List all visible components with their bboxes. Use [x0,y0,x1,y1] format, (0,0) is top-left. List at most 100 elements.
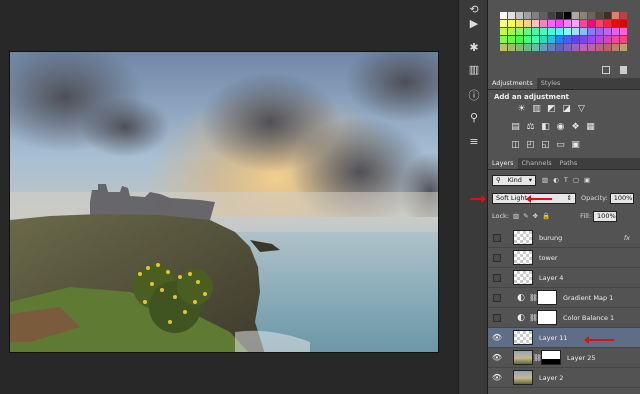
layer-row[interactable]: ◐ ⛓ Color Balance 1 [488,308,640,328]
layer-thumbnail[interactable] [513,250,533,265]
swatch-cell[interactable] [524,12,531,19]
swatch-cell[interactable] [516,36,523,43]
layer-name[interactable]: Layer 25 [567,354,640,362]
delete-swatch-icon[interactable] [620,66,627,74]
layer-row[interactable]: Layer 4 [488,268,640,288]
swatch-cell[interactable] [516,12,523,19]
new-swatch-icon[interactable] [602,66,610,74]
gradient-adjust-icon[interactable]: ▽ [576,104,587,115]
tab-layers[interactable]: Layers [488,158,518,169]
swatch-cell[interactable] [588,28,595,35]
swatch-cell[interactable] [508,36,515,43]
link-icon[interactable]: ⛓ [529,294,538,302]
swatch-cell[interactable] [572,36,579,43]
swatch-cell[interactable] [532,20,539,27]
brightness-contrast-icon[interactable]: ☀ [516,104,527,115]
swatch-cell[interactable] [524,28,531,35]
eye-icon[interactable]: 👁 [491,333,503,343]
visibility-toggle-off[interactable] [491,293,503,303]
invert-icon[interactable]: ◫ [510,140,521,151]
swatch-cell[interactable] [540,28,547,35]
channel-mixer-icon[interactable]: ❖ [570,122,581,133]
info-icon[interactable]: ⓘ [464,86,484,104]
swatch-cell[interactable] [564,36,571,43]
layer-name[interactable]: Layer 4 [539,274,640,282]
eye-icon[interactable]: 👁 [491,353,503,363]
swatch-cell[interactable] [596,44,603,51]
swatch-cell[interactable] [500,20,507,27]
swatch-cell[interactable] [556,12,563,19]
swatch-cell[interactable] [532,28,539,35]
lock-position-icon[interactable]: ✥ [533,212,538,220]
swatch-cell[interactable] [572,12,579,19]
swatch-cell[interactable] [516,28,523,35]
levels-icon[interactable]: ▥ [464,60,484,78]
layer-name[interactable]: tower [539,254,640,262]
filter-type-icon[interactable]: T [564,176,568,184]
swatch-cell[interactable] [500,44,507,51]
swatch-cell[interactable] [564,20,571,27]
swatch-cell[interactable] [620,28,627,35]
character-icon[interactable]: ≡ [464,132,484,150]
swatch-cell[interactable] [564,12,571,19]
black-white-icon[interactable]: ◧ [540,122,551,133]
swatch-cell[interactable] [580,12,587,19]
lock-all-icon[interactable]: 🔒 [542,212,550,220]
swatch-cell[interactable] [604,44,611,51]
swatch-cell[interactable] [572,28,579,35]
eye-icon[interactable]: 👁 [491,373,503,383]
link-icon[interactable]: ⛓ [533,354,542,362]
swatch-cell[interactable] [556,28,563,35]
swatch-cell[interactable] [620,20,627,27]
swatch-cell[interactable] [580,28,587,35]
visibility-toggle-off[interactable] [491,253,503,263]
selective-color-icon[interactable]: ▣ [570,140,581,151]
swatch-cell[interactable] [548,12,555,19]
visibility-toggle-off[interactable] [491,233,503,243]
fill-input[interactable]: 100% [593,210,618,222]
swatch-cell[interactable] [620,12,627,19]
opacity-input[interactable]: 100% [609,192,634,204]
levels-adjust-icon[interactable]: ▥ [531,104,542,115]
layer-thumbnail[interactable] [513,350,533,365]
swatch-cell[interactable] [564,44,571,51]
swatch-cell[interactable] [540,36,547,43]
gradient-map-icon[interactable]: ▭ [555,140,566,151]
swatch-cell[interactable] [508,12,515,19]
layer-row[interactable]: burung fx [488,228,640,248]
swatch-cell[interactable] [524,20,531,27]
layer-row[interactable]: 👁 ⛓ Layer 25 [488,348,640,368]
swatch-cell[interactable] [540,12,547,19]
swatch-cell[interactable] [596,20,603,27]
tab-adjustments[interactable]: Adjustments [488,78,537,89]
play-action-icon[interactable]: ▶ [464,14,484,32]
brush-presets-icon[interactable]: ⚲ [464,108,484,126]
swatch-cell[interactable] [620,36,627,43]
swatch-cell[interactable] [556,20,563,27]
swatch-cell[interactable] [516,44,523,51]
swatch-cell[interactable] [588,36,595,43]
swatch-cell[interactable] [580,20,587,27]
swatch-cell[interactable] [604,20,611,27]
document-image[interactable] [9,51,439,353]
color-balance-icon[interactable]: ⚖ [525,122,536,133]
swatch-cell[interactable] [508,20,515,27]
layer-row[interactable]: 👁 Layer 11 [488,328,640,348]
swatch-cell[interactable] [604,36,611,43]
curves-icon[interactable]: ◩ [546,104,557,115]
swatch-cell[interactable] [588,12,595,19]
hue-saturation-icon[interactable]: ▤ [510,122,521,133]
brush-settings-icon[interactable]: ✱ [464,38,484,56]
color-lookup-icon[interactable]: ▦ [585,122,596,133]
swatch-cell[interactable] [508,28,515,35]
swatch-cell[interactable] [532,44,539,51]
tab-paths[interactable]: Paths [556,158,582,169]
threshold-icon[interactable]: ◱ [540,140,551,151]
swatch-cell[interactable] [500,12,507,19]
swatch-cell[interactable] [604,12,611,19]
swatch-cell[interactable] [612,28,619,35]
swatch-cell[interactable] [500,36,507,43]
layer-thumbnail[interactable] [513,330,533,345]
swatch-cell[interactable] [556,44,563,51]
swatch-cell[interactable] [572,20,579,27]
